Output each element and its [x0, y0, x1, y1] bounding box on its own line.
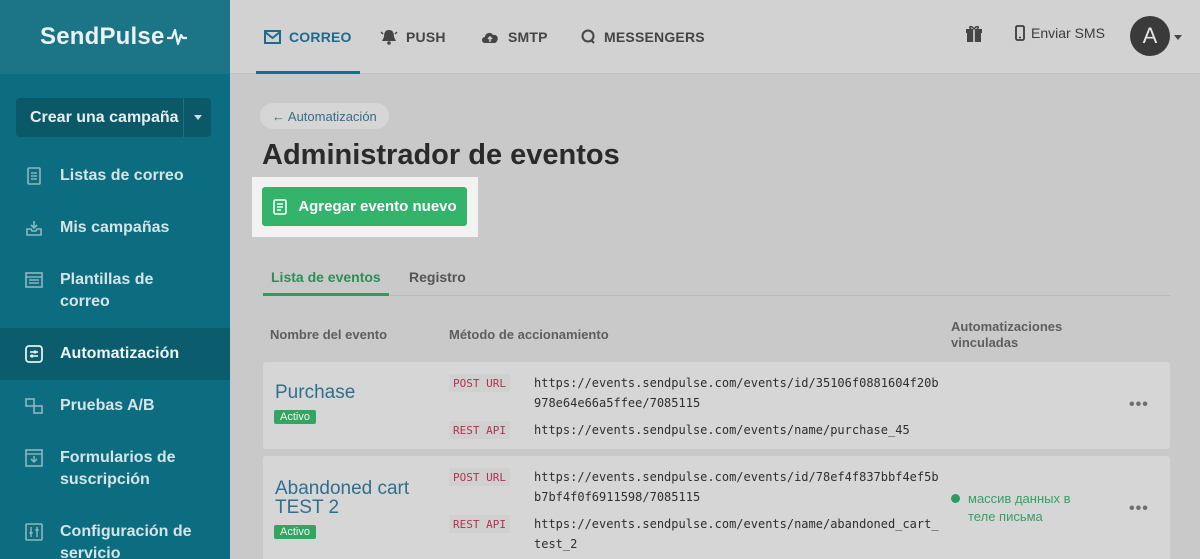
sidebar-item-pruebas-ab[interactable]: Pruebas A/B — [0, 380, 230, 432]
sidebar: SendPulse Crear una campaña Listas de co… — [0, 0, 230, 559]
method-type: POST URL — [449, 374, 510, 392]
table-row: Abandoned cart TEST 2 Activo POST URL ht… — [263, 456, 1170, 559]
settings-icon — [24, 521, 44, 543]
logo-text: SendPulse — [40, 23, 165, 50]
subtabs: Lista de eventos Registro — [263, 259, 1170, 296]
status-badge: Activo — [274, 525, 316, 539]
event-name[interactable]: Abandoned cart TEST 2 — [275, 479, 435, 517]
bell-icon — [380, 29, 398, 45]
column-header-linked: Automatizaciones vinculadas — [951, 319, 1063, 350]
ab-test-icon — [24, 395, 44, 417]
more-options-icon[interactable]: ••• — [1129, 396, 1149, 414]
sidebar-item-plantillas[interactable]: Plantillas de correo — [0, 254, 230, 328]
tab-messengers[interactable]: MESSENGERS — [580, 0, 705, 74]
table-row: Purchase Activo POST URL https://events.… — [263, 362, 1170, 449]
send-sms-button[interactable]: Enviar SMS — [1015, 25, 1105, 41]
sidebar-item-label: Mis campañas — [60, 219, 170, 236]
logo[interactable]: SendPulse — [40, 23, 187, 51]
sidebar-item-campanas[interactable]: Mis campañas — [0, 202, 230, 254]
create-campaign-control: Crear una campaña — [16, 98, 211, 137]
list-icon — [24, 165, 44, 187]
tab-push[interactable]: PUSH — [380, 0, 446, 74]
tab-smtp[interactable]: SMTP — [480, 0, 548, 74]
create-campaign-dropdown-icon[interactable] — [183, 98, 211, 137]
method-url: https://events.sendpulse.com/events/id/7… — [534, 470, 939, 504]
logo-bar: SendPulse — [0, 0, 230, 74]
top-navigation: CORREO PUSH SMTP MESSENGERS Enviar SMS A — [230, 0, 1200, 74]
sidebar-item-label: Automatización — [60, 345, 180, 362]
create-campaign-button[interactable]: Crear una campaña — [16, 109, 183, 127]
linked-automation[interactable]: массив данных в теле письма — [951, 490, 1101, 526]
gift-icon[interactable] — [965, 25, 983, 48]
sidebar-item-label: Configuración de servicio — [60, 523, 192, 559]
cloud-icon — [480, 30, 500, 45]
method-type: REST API — [449, 421, 510, 439]
add-event-label: Agregar evento nuevo — [298, 198, 457, 215]
chat-icon — [580, 29, 596, 45]
sidebar-nav: Listas de correo Mis campañas Plantillas… — [0, 150, 230, 559]
tab-label: MESSENGERS — [604, 29, 705, 45]
sidebar-item-label: Listas de correo — [60, 167, 184, 184]
linked-automation-label: массив данных в теле письма — [968, 491, 1071, 524]
phone-icon — [1015, 25, 1025, 41]
method-type: POST URL — [449, 468, 510, 486]
sidebar-item-configuracion[interactable]: Configuración de servicio — [0, 506, 230, 559]
automation-icon — [24, 343, 44, 365]
breadcrumb[interactable]: ← Automatización — [260, 103, 389, 129]
method-url: https://events.sendpulse.com/events/id/3… — [534, 376, 939, 410]
column-header-method: Método de accionamiento — [449, 327, 609, 342]
templates-icon — [24, 269, 44, 291]
method-url: https://events.sendpulse.com/events/name… — [534, 517, 939, 551]
sidebar-item-formularios[interactable]: Formularios de suscripción — [0, 432, 230, 506]
tab-label: PUSH — [406, 29, 446, 45]
tab-label: CORREO — [289, 29, 352, 45]
more-options-icon[interactable]: ••• — [1129, 500, 1149, 518]
sidebar-item-label: Plantillas de correo — [60, 271, 154, 310]
method-url: https://events.sendpulse.com/events/name… — [534, 423, 910, 437]
send-sms-label: Enviar SMS — [1031, 25, 1105, 41]
method-type: REST API — [449, 515, 510, 533]
event-icon — [273, 198, 288, 215]
column-header-name: Nombre del evento — [270, 327, 388, 342]
mail-icon — [264, 30, 281, 44]
pulse-icon — [166, 28, 187, 46]
add-event-button[interactable]: Agregar evento nuevo — [262, 187, 467, 226]
main-content: ← Automatización Administrador de evento… — [230, 75, 1200, 559]
sidebar-item-listas[interactable]: Listas de correo — [0, 150, 230, 202]
add-event-highlight: Agregar evento nuevo — [252, 177, 478, 237]
sidebar-item-label: Pruebas A/B — [60, 397, 155, 414]
event-name[interactable]: Purchase — [275, 383, 355, 402]
avatar[interactable]: A — [1130, 16, 1170, 56]
tab-correo[interactable]: CORREO — [256, 0, 360, 74]
status-dot-icon — [951, 494, 960, 503]
tab-lista-eventos[interactable]: Lista de eventos — [263, 259, 389, 296]
sidebar-item-automatizacion[interactable]: Automatización — [0, 328, 230, 380]
page-title: Administrador de eventos — [262, 139, 620, 171]
tab-label: SMTP — [508, 29, 548, 45]
tab-registro[interactable]: Registro — [409, 259, 466, 295]
campaigns-icon — [24, 217, 44, 239]
chevron-down-icon[interactable] — [1174, 35, 1182, 40]
forms-icon — [24, 447, 44, 469]
sidebar-item-label: Formularios de suscripción — [60, 449, 176, 488]
status-badge: Activo — [274, 410, 316, 424]
